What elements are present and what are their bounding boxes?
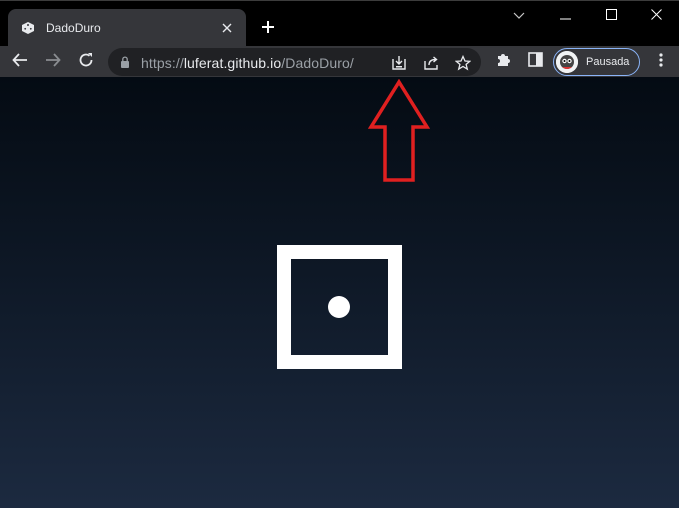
close-window-button[interactable] <box>633 1 679 31</box>
back-button[interactable] <box>7 49 33 75</box>
url-scheme: https:// <box>141 55 184 71</box>
minimize-button[interactable] <box>542 1 588 31</box>
tab-strip: DadoDuro <box>0 0 679 47</box>
star-icon[interactable] <box>452 52 474 74</box>
chevron-down-icon <box>513 7 525 25</box>
maximize-button[interactable] <box>588 1 634 31</box>
extensions-button[interactable] <box>490 49 516 75</box>
side-panel-button[interactable] <box>522 49 548 75</box>
tab-search-button[interactable] <box>496 1 542 31</box>
forward-button[interactable] <box>40 49 66 75</box>
dice-icon <box>20 20 36 36</box>
new-tab-button[interactable] <box>256 15 280 39</box>
menu-button[interactable] <box>648 49 674 75</box>
puzzle-icon <box>495 52 511 73</box>
browser-toolbar: https://luferat.github.io/DadoDuro/ Paus… <box>0 46 679 77</box>
tab-dadoduro[interactable]: DadoDuro <box>8 9 246 47</box>
die-pip <box>328 296 350 318</box>
share-icon[interactable] <box>420 52 442 74</box>
maximize-icon <box>605 7 617 25</box>
red-arrow-up-icon <box>368 79 430 182</box>
avatar <box>556 51 578 73</box>
page-viewport <box>0 77 679 508</box>
side-panel-icon <box>527 52 543 72</box>
kebab-menu-icon <box>659 52 663 73</box>
profile-button[interactable]: Pausada <box>553 48 640 76</box>
arrow-right-icon <box>45 52 61 73</box>
url-host: luferat.github.io <box>183 55 282 71</box>
minimize-icon <box>559 7 571 25</box>
lock-icon[interactable] <box>118 55 132 69</box>
tab-title: DadoDuro <box>46 21 101 35</box>
close-icon <box>650 7 662 25</box>
reload-button[interactable] <box>73 49 99 75</box>
url-path: /DadoDuro/ <box>281 55 354 71</box>
die-face[interactable] <box>277 245 402 369</box>
close-icon[interactable] <box>218 19 236 37</box>
url-text[interactable]: https://luferat.github.io/DadoDuro/ <box>141 55 354 71</box>
reload-icon <box>78 52 94 73</box>
profile-label: Pausada <box>586 56 630 68</box>
install-app-icon[interactable] <box>388 52 410 74</box>
arrow-left-icon <box>12 52 28 73</box>
address-bar[interactable]: https://luferat.github.io/DadoDuro/ <box>108 48 481 76</box>
